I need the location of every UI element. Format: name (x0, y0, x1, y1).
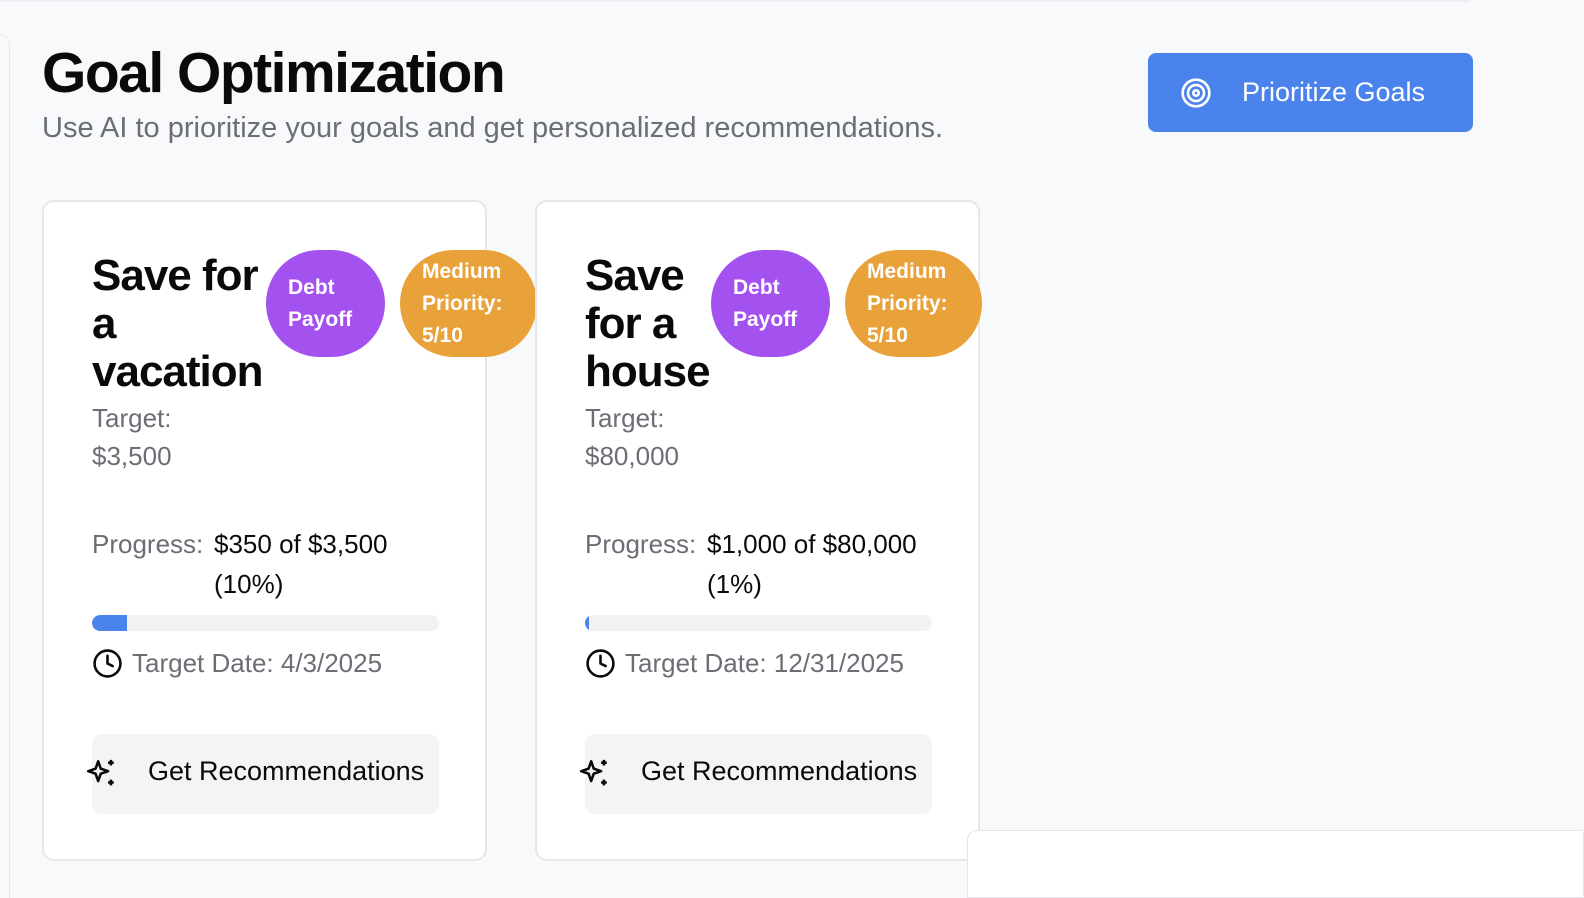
get-recommendations-button[interactable]: Get Recommendations (579, 734, 932, 814)
page-title: Goal Optimization (42, 41, 506, 105)
target-label: Target: (92, 403, 172, 433)
target-date: Target Date: 12/31/2025 (585, 648, 904, 679)
sparkles-icon (86, 759, 114, 786)
prioritize-goals-label: Prioritize Goals (1242, 77, 1426, 107)
clock-icon (586, 649, 615, 678)
progress-value: $350 of $3,500 (10%) (214, 529, 388, 599)
priority-badge: Medium Priority: 5/10 (845, 250, 982, 357)
clock-icon (93, 649, 122, 678)
target-value: $3,500 (92, 441, 172, 471)
progress-bar (92, 615, 439, 631)
page-subtitle: Use AI to prioritize your goals and get … (42, 112, 944, 144)
progress-bar (585, 615, 932, 631)
goal-title: Save for a vacation (92, 251, 264, 396)
progress-label: Progress: (585, 529, 697, 559)
target-label: Target: (585, 403, 665, 433)
sparkles-icon (579, 759, 607, 786)
get-recommendations-button[interactable]: Get Recommendations (86, 734, 439, 814)
progress-bar-fill (585, 615, 590, 631)
priority-badge: Medium Priority: 5/10 (400, 250, 537, 357)
bottom-panel (967, 830, 1584, 898)
goal-optimization-page: Goal Optimization Use AI to prioritize y… (0, 0, 1584, 898)
goal-type-badge: Debt Payoff (266, 250, 385, 357)
target-date: Target Date: 4/3/2025 (92, 648, 382, 679)
target-value: $80,000 (585, 441, 679, 471)
target-icon (1181, 77, 1211, 108)
get-recommendations-label: Get Recommendations (641, 756, 918, 786)
sidebar-edge (0, 34, 10, 898)
target-date-text: Target Date: 4/3/2025 (132, 648, 383, 678)
progress-label: Progress: (92, 529, 204, 559)
top-divider (0, 0, 1470, 2)
goal-title: Save for a house (585, 251, 711, 396)
goal-card: Save for a house Debt Payoff Medium Prio… (535, 200, 982, 861)
get-recommendations-label: Get Recommendations (148, 756, 425, 786)
goal-type-badge: Debt Payoff (711, 250, 830, 357)
target-date-text: Target Date: 12/31/2025 (625, 648, 904, 678)
progress-value: $1,000 of $80,000 (1%) (707, 529, 917, 599)
prioritize-goals-button[interactable]: Prioritize Goals (1148, 53, 1473, 132)
progress-bar-fill (92, 615, 127, 631)
goal-card: Save for a vacation Debt Payoff Medium P… (42, 200, 537, 861)
